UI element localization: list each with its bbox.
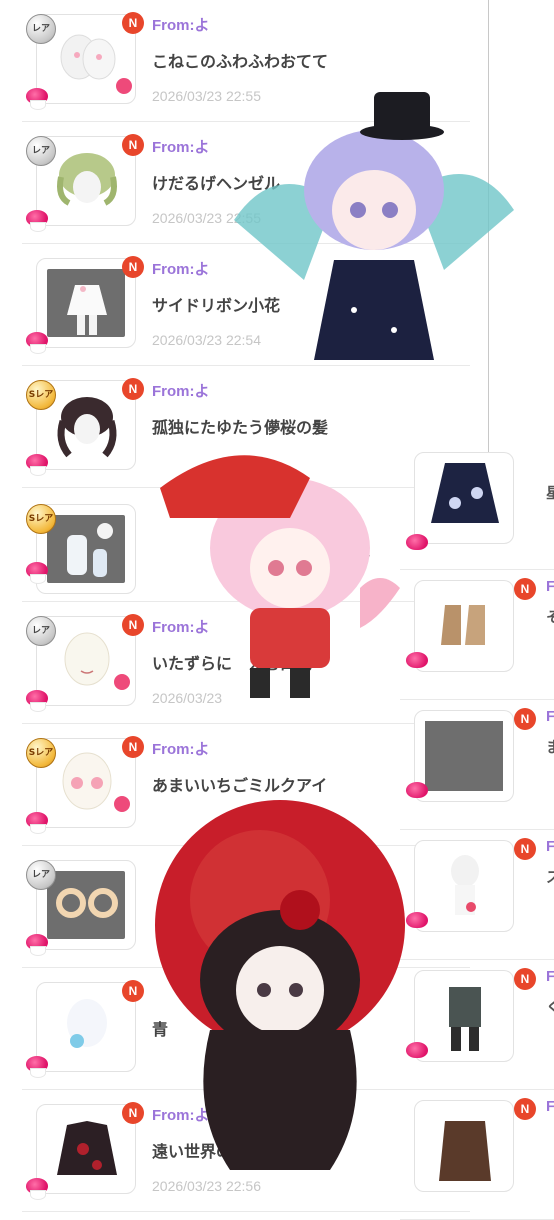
gift-list-item[interactable]: N F ス <box>400 830 554 960</box>
rarity-badge: Sレア <box>26 738 56 768</box>
gift-list-item[interactable]: レア N From:よ けだるげヘンゼル 2026/03/23 22:55 <box>0 122 470 244</box>
item-date: 2026/03/23 22:54 <box>152 332 261 348</box>
rose-icon <box>24 330 52 354</box>
rose-icon <box>24 86 52 110</box>
item-name-fragment: 星 <box>546 485 554 502</box>
pen-badge-icon <box>114 76 134 96</box>
sender-label: From:よ <box>152 139 210 156</box>
item-name: 孤独にたゆたう儚桜の髪 <box>152 418 329 437</box>
rarity-badge: レア <box>26 136 56 166</box>
gift-list-item[interactable]: N F <box>400 1090 554 1220</box>
sender-label: F <box>546 1098 554 1115</box>
rose-icon <box>24 452 52 476</box>
rarity-badge: Sレア <box>26 504 56 534</box>
item-name: 遠い世界の虚ろな花打掛 <box>152 1142 329 1161</box>
new-badge: N <box>514 968 536 990</box>
sender-label: F <box>546 968 554 985</box>
item-name: けだるげヘンゼル <box>152 174 281 193</box>
rose-icon <box>24 1054 52 1078</box>
item-name: サイドリボン小花 <box>152 296 281 315</box>
item-date: 2026/03/23 22:55 <box>152 88 261 104</box>
item-thumbnail <box>414 452 514 544</box>
column-divider <box>488 0 489 455</box>
new-badge: N <box>122 12 144 34</box>
rose-icon <box>404 910 432 932</box>
item-name-fragment: そ <box>546 609 554 626</box>
rose-icon <box>24 208 52 232</box>
sender-label: From:よ <box>152 261 210 278</box>
sender-label: From:よ <box>152 619 210 636</box>
sender-label: From:よ <box>152 17 210 34</box>
rose-icon <box>24 688 52 712</box>
sender-label: F <box>546 838 554 855</box>
rose-icon <box>24 1176 52 1200</box>
item-thumbnail <box>414 1100 514 1192</box>
gift-list-item[interactable]: N F そ <box>400 570 554 700</box>
item-name-fragment: ス <box>546 869 554 886</box>
rose-icon <box>24 560 52 584</box>
new-badge: N <box>122 378 144 400</box>
new-badge: N <box>514 708 536 730</box>
rose-icon <box>24 810 52 834</box>
sender-label: From:よ <box>152 383 210 400</box>
gift-list-item[interactable]: レア N From:よ こねこのふわふわおてて 2026/03/23 22:55 <box>0 0 470 122</box>
coat-icon <box>439 1121 491 1181</box>
sender-label: F <box>546 578 554 595</box>
cape-icon <box>431 463 499 523</box>
rarity-badge: レア <box>26 14 56 44</box>
new-badge: N <box>514 578 536 600</box>
new-badge: N <box>514 1098 536 1120</box>
rarity-badge: レア <box>26 860 56 890</box>
rose-icon <box>24 932 52 956</box>
rarity-badge: レア <box>26 616 56 646</box>
item-name: こねこのふわふわおてて <box>152 52 329 71</box>
item-name-fragment: ま <box>546 739 554 756</box>
new-badge: N <box>122 1102 144 1124</box>
item-name-fragment: く <box>546 999 554 1016</box>
item-date: 2026/03/23 <box>152 690 223 706</box>
item-date: 2026/03/23 22:56 <box>152 1178 261 1194</box>
gift-list-item[interactable]: 星 <box>400 452 554 570</box>
new-badge: N <box>122 614 144 636</box>
new-badge: N <box>122 736 144 758</box>
star-badge-icon <box>112 794 132 814</box>
rose-icon <box>404 532 432 554</box>
gift-list-item[interactable]: N From:よ サイドリボン小花 2026/03/23 22:54 <box>0 244 470 366</box>
gift-list-item[interactable]: N F ま <box>400 700 554 830</box>
item-name: あまいいちごミルクアイ <box>152 776 328 795</box>
item-date: 2026/03/23 22:55 <box>152 210 261 226</box>
new-badge: N <box>514 838 536 860</box>
sender-label: From:よ <box>152 741 210 758</box>
new-badge: N <box>122 980 144 1002</box>
star-badge-icon <box>112 672 132 692</box>
sender-label: F <box>546 708 554 725</box>
item-name-fragment: 木 <box>354 542 371 561</box>
item-name-fragment: 青 <box>152 1020 169 1039</box>
rose-icon <box>404 780 432 802</box>
rose-icon <box>404 650 432 672</box>
rarity-badge: Sレア <box>26 380 56 410</box>
new-badge: N <box>122 134 144 156</box>
rose-icon <box>404 1040 432 1062</box>
gift-list-item[interactable]: N F く <box>400 960 554 1090</box>
new-badge: N <box>122 256 144 278</box>
item-name: いたずらに えむ口元 <box>152 654 313 673</box>
sender-label: From:よ <box>152 1107 210 1124</box>
